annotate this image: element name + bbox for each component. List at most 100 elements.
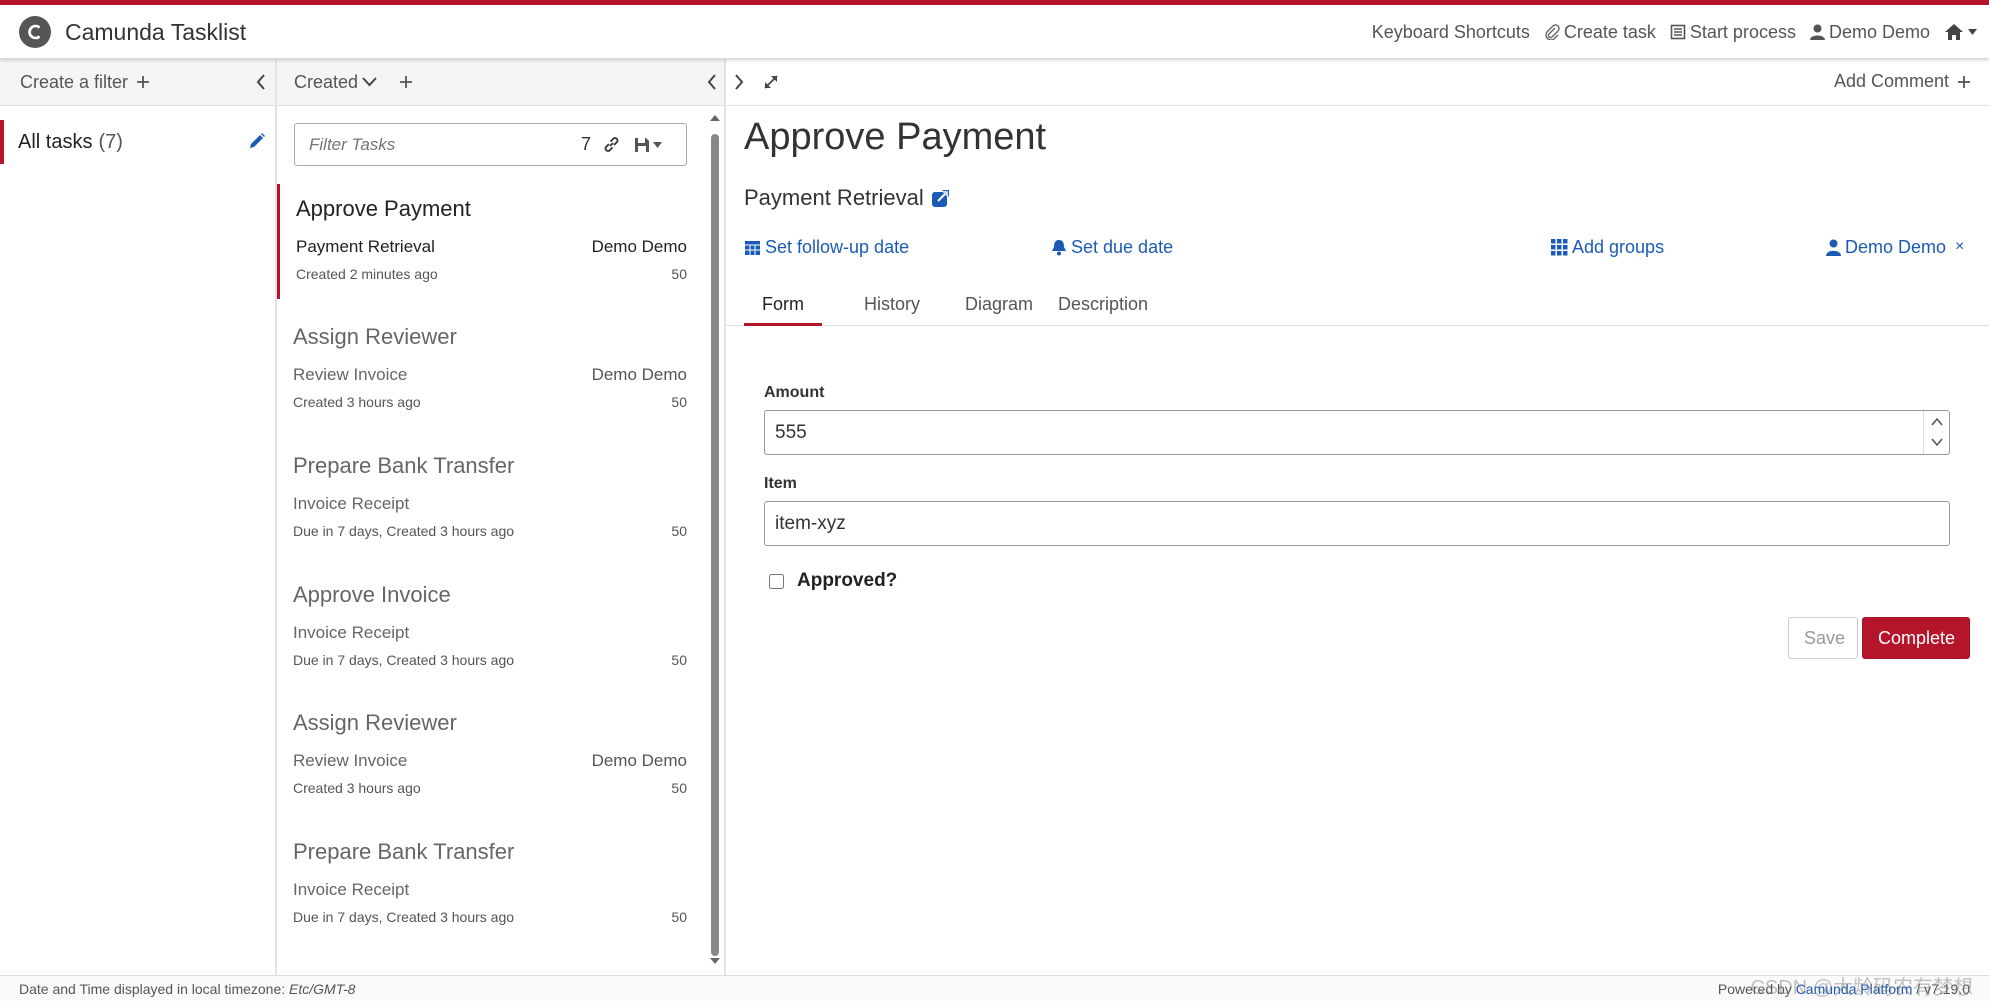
bell-icon (1052, 240, 1066, 256)
amount-label: Amount (764, 384, 825, 401)
fullscreen-icon[interactable] (762, 73, 780, 91)
plus-icon[interactable] (136, 75, 150, 89)
task-process: Payment Retrieval (296, 237, 435, 256)
tab-history[interactable]: History (846, 290, 938, 326)
paperclip-icon (1545, 24, 1560, 40)
task-created: Created 2 minutes ago (296, 266, 438, 282)
top-navbar: Camunda Tasklist Keyboard Shortcuts Crea… (0, 0, 1989, 59)
user-icon (1809, 24, 1825, 40)
caret-down-icon (653, 141, 663, 148)
task-detail-tabs: Form History Diagram Description (726, 290, 1989, 326)
camunda-logo-icon (19, 16, 51, 48)
task-priority: 50 (671, 909, 687, 925)
tasklist-header: Created (277, 59, 725, 106)
filter-tasks-input[interactable] (309, 134, 569, 155)
remove-assignee-button[interactable]: × (1955, 238, 1964, 256)
task-item[interactable]: Prepare Bank Transfer Invoice Receipt Du… (277, 827, 697, 942)
start-process-label: Start process (1689, 21, 1796, 42)
brand[interactable]: Camunda Tasklist (19, 16, 246, 48)
create-task-label: Create task (1563, 21, 1656, 42)
floppy-disk-icon (635, 137, 650, 152)
timezone-text: Date and Time displayed in local timezon… (19, 981, 286, 997)
top-nav: Keyboard Shortcuts Create task Start pro… (1358, 5, 1981, 59)
task-item[interactable]: Assign Reviewer Review Invoice Demo Demo… (277, 312, 697, 427)
set-due-date-button[interactable]: Set due date (1051, 237, 1173, 258)
task-item[interactable]: Assign Reviewer Review Invoice Demo Demo… (277, 698, 697, 813)
save-search-dropdown[interactable] (634, 137, 663, 153)
task-process: Invoice Receipt (293, 880, 410, 899)
follow-up-label: Set follow-up date (765, 237, 910, 257)
chevron-down-icon[interactable] (362, 77, 377, 87)
home-menu[interactable] (1944, 23, 1981, 41)
app-title: Camunda Tasklist (65, 18, 247, 45)
assignee-label: Demo Demo (1845, 237, 1947, 257)
task-process: Review Invoice (293, 365, 408, 384)
tab-form[interactable]: Form (744, 290, 822, 326)
task-priority: 50 (671, 523, 687, 539)
task-name: Assign Reviewer (293, 710, 457, 735)
task-created: Due in 7 days, Created 3 hours ago (293, 652, 515, 668)
add-sorting-plus-icon[interactable] (399, 75, 413, 89)
chevron-up-icon[interactable] (1931, 418, 1943, 426)
approved-label: Approved? (797, 570, 898, 591)
th-grid-icon (1551, 239, 1568, 256)
plus-icon (1958, 75, 1970, 88)
task-process: Invoice Receipt (293, 623, 410, 642)
start-process-link[interactable]: Start process (1670, 22, 1796, 43)
create-filter-link[interactable]: Create a filter (20, 72, 128, 93)
add-comment-label: Add Comment (1833, 71, 1949, 91)
link-icon[interactable] (603, 136, 620, 153)
task-priority: 50 (671, 780, 687, 796)
scroll-down-arrow-icon[interactable] (707, 954, 723, 968)
task-item[interactable]: Approve Payment Payment Retrieval Demo D… (277, 184, 697, 299)
tab-diagram[interactable]: Diagram (947, 290, 1051, 326)
sort-dropdown[interactable]: Created (294, 72, 358, 93)
amount-stepper[interactable] (1923, 411, 1949, 454)
task-name: Approve Invoice (293, 582, 451, 607)
keyboard-shortcuts-link[interactable]: Keyboard Shortcuts (1372, 22, 1530, 43)
filter-item-all-tasks[interactable]: All tasks (7) (0, 120, 276, 164)
complete-button[interactable]: Complete (1862, 617, 1970, 659)
task-item[interactable]: Prepare Bank Transfer Invoice Receipt Du… (277, 441, 697, 556)
task-created: Due in 7 days, Created 3 hours ago (293, 523, 515, 539)
task-priority: 50 (671, 394, 687, 410)
scroll-up-arrow-icon[interactable] (707, 111, 723, 125)
chevron-down-icon[interactable] (1931, 438, 1943, 446)
user-name: Demo Demo (1828, 21, 1930, 42)
collapse-list-icon[interactable] (707, 74, 717, 90)
timezone-value: Etc/GMT-8 (289, 981, 356, 997)
user-icon (1826, 239, 1841, 256)
scrollbar-thumb[interactable] (711, 134, 719, 956)
task-item[interactable]: Approve Invoice Invoice Receipt Due in 7… (277, 570, 697, 685)
process-name: Payment Retrieval (744, 185, 924, 210)
save-button[interactable]: Save (1788, 617, 1858, 659)
create-task-link[interactable]: Create task (1544, 22, 1656, 43)
task-priority: 50 (671, 652, 687, 668)
item-input[interactable] (764, 501, 1950, 546)
footer: Date and Time displayed in local timezon… (0, 975, 1989, 1001)
collapse-filters-icon[interactable] (256, 74, 266, 90)
caret-down-icon (1968, 29, 1977, 35)
add-groups-button[interactable]: Add groups (1551, 237, 1664, 258)
filters-header: Create a filter (0, 59, 276, 106)
task-created: Created 3 hours ago (293, 780, 421, 796)
set-follow-up-date-button[interactable]: Set follow-up date (744, 237, 909, 258)
task-created: Created 3 hours ago (293, 394, 421, 410)
expand-list-icon[interactable] (734, 74, 744, 90)
due-date-label: Set due date (1071, 237, 1174, 257)
user-menu[interactable]: Demo Demo (1809, 21, 1930, 43)
pencil-icon[interactable] (248, 132, 266, 150)
amount-input[interactable] (764, 410, 1950, 455)
add-comment-button[interactable]: Add Comment (1834, 71, 1971, 92)
external-link-icon (931, 189, 949, 207)
approved-row: Approved? (769, 570, 897, 592)
filter-tasks-search: 7 (294, 123, 687, 166)
task-name: Assign Reviewer (293, 324, 457, 349)
tab-description[interactable]: Description (1040, 290, 1166, 326)
assignee-button[interactable]: Demo Demo (1826, 237, 1946, 258)
task-process-link[interactable]: Payment Retrieval (744, 185, 950, 211)
approved-checkbox[interactable] (769, 573, 784, 589)
task-count: 7 (581, 134, 592, 154)
tasklist-scrollbar[interactable] (707, 107, 723, 969)
task-assignee: Demo Demo (591, 751, 687, 770)
